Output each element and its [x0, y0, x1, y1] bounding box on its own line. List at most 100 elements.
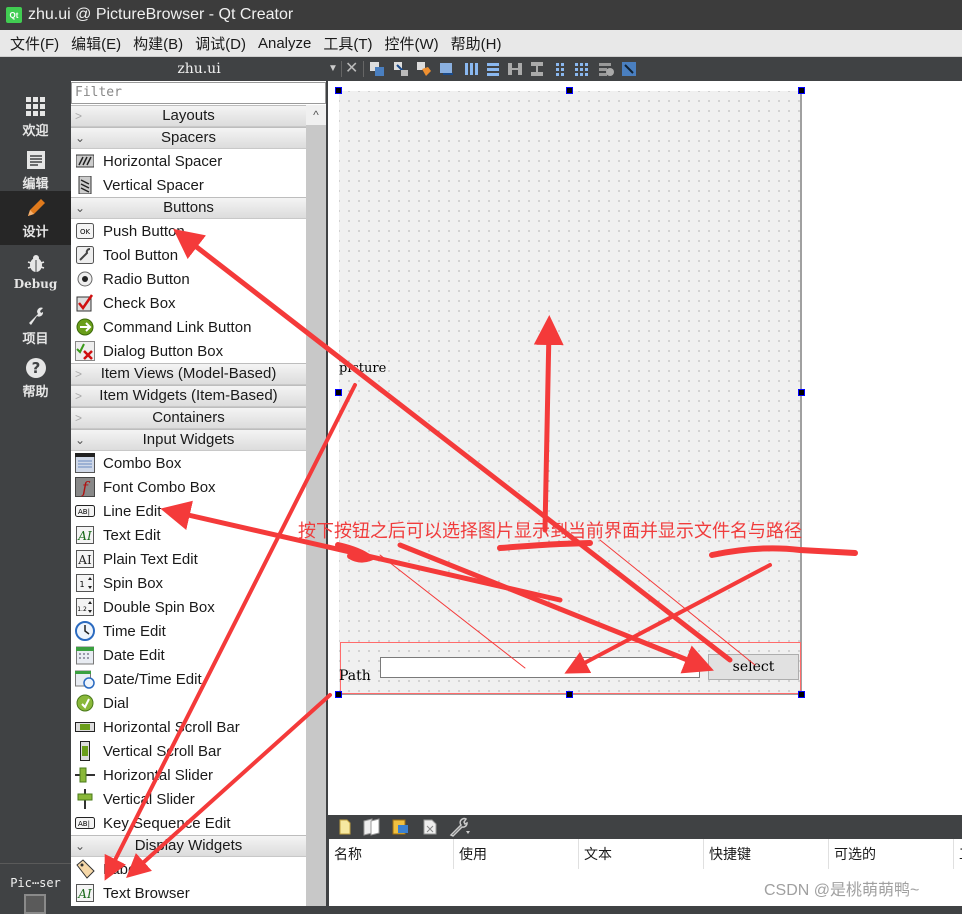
- widget-item-horizontal-slider[interactable]: Horizontal Slider: [71, 763, 306, 787]
- category-containers[interactable]: > Containers: [71, 407, 306, 429]
- widget-item-dialog-button-box[interactable]: Dialog Button Box: [71, 339, 306, 363]
- category-display-widgets[interactable]: ⌄ Display Widgets: [71, 835, 306, 857]
- menu-help[interactable]: 帮助(H): [445, 33, 508, 54]
- widget-item-spin-box[interactable]: 1 Spin Box: [71, 571, 306, 595]
- widget-item-vertical-spacer[interactable]: Vertical Spacer: [71, 173, 306, 197]
- layout-vertical-splitter-icon[interactable]: [529, 61, 545, 77]
- break-layout-icon[interactable]: [598, 61, 614, 77]
- category-spacers[interactable]: ⌄ Spacers: [71, 127, 306, 149]
- widget-item-plain-text-edit[interactable]: AI Plain Text Edit: [71, 547, 306, 571]
- mode-edit[interactable]: 编辑: [0, 143, 71, 197]
- widget-box-scrollbar[interactable]: ^: [306, 105, 326, 906]
- paste-action-icon[interactable]: [392, 818, 410, 836]
- svg-text:AI: AI: [77, 887, 92, 901]
- widget-item-check-box[interactable]: Check Box: [71, 291, 306, 315]
- vertical-slider-icon: [75, 789, 95, 809]
- column-header-text[interactable]: 文本: [579, 839, 704, 869]
- filter-input[interactable]: Filter: [71, 82, 326, 104]
- spin-box-icon: 1: [75, 573, 95, 593]
- mode-debug[interactable]: Debug: [0, 245, 71, 299]
- menu-analyze[interactable]: Analyze: [252, 35, 317, 52]
- open-document-name[interactable]: zhu.ui: [71, 57, 327, 81]
- resize-handle[interactable]: [335, 87, 342, 94]
- widget-item-key-sequence-edit[interactable]: AB| Key Sequence Edit: [71, 811, 306, 835]
- widget-item-radio-button[interactable]: Radio Button: [71, 267, 306, 291]
- resize-handle[interactable]: [335, 389, 342, 396]
- layout-horizontal-icon[interactable]: [463, 61, 479, 77]
- widget-item-font-combo-box[interactable]: f Font Combo Box: [71, 475, 306, 499]
- menu-build[interactable]: 构建(B): [127, 33, 189, 54]
- check-box-icon: [75, 293, 95, 313]
- form-window[interactable]: picture Path select: [339, 91, 802, 695]
- column-header-checkable[interactable]: 可选的: [829, 839, 954, 869]
- category-item-views[interactable]: > Item Views (Model-Based): [71, 363, 306, 385]
- bug-icon: [25, 253, 47, 275]
- widget-item-text-edit[interactable]: AI Text Edit: [71, 523, 306, 547]
- mode-help[interactable]: ? 帮助: [0, 351, 71, 405]
- new-action-icon[interactable]: [339, 819, 351, 835]
- edit-widgets-icon[interactable]: [369, 61, 385, 77]
- edit-signals-slots-icon[interactable]: [393, 61, 409, 77]
- resize-handle[interactable]: [566, 87, 573, 94]
- path-label[interactable]: Path: [339, 668, 371, 684]
- widget-item-text-browser[interactable]: AI Text Browser: [71, 881, 306, 905]
- widget-item-horizontal-spacer[interactable]: Horizontal Spacer: [71, 149, 306, 173]
- resize-handle[interactable]: [798, 87, 805, 94]
- layout-form-icon[interactable]: [552, 61, 568, 77]
- widget-item-label[interactable]: Label: [71, 857, 306, 881]
- adjust-size-icon[interactable]: [621, 61, 637, 77]
- column-header-shortcut[interactable]: 快捷键: [704, 839, 829, 869]
- picture-label[interactable]: picture: [339, 361, 386, 376]
- mode-design[interactable]: 设计: [0, 191, 71, 245]
- horizontal-scroll-bar-icon: [75, 717, 95, 737]
- delete-action-icon[interactable]: [423, 819, 437, 835]
- menu-edit[interactable]: 编辑(E): [65, 33, 127, 54]
- path-line-edit[interactable]: [380, 657, 700, 678]
- scroll-up-icon[interactable]: ^: [306, 105, 326, 125]
- target-selector-icon[interactable]: [24, 894, 46, 914]
- widget-item-vertical-scroll-bar[interactable]: Vertical Scroll Bar: [71, 739, 306, 763]
- menu-widgets[interactable]: 控件(W): [379, 33, 445, 54]
- widget-item-push-button[interactable]: OK Push Button: [71, 219, 306, 243]
- select-button[interactable]: select: [708, 654, 799, 680]
- widget-item-datetime-edit[interactable]: Date/Time Edit: [71, 667, 306, 691]
- category-label: Buttons: [163, 199, 214, 216]
- column-header-used[interactable]: 使用: [454, 839, 579, 869]
- menu-tools[interactable]: 工具(T): [317, 33, 378, 54]
- project-selector[interactable]: Pic⋯ser: [0, 863, 71, 890]
- widget-item-line-edit[interactable]: AB| Line Edit: [71, 499, 306, 523]
- mode-welcome[interactable]: 欢迎: [0, 90, 71, 144]
- resize-handle[interactable]: [798, 389, 805, 396]
- resize-handle[interactable]: [798, 691, 805, 698]
- category-layouts[interactable]: > Layouts: [71, 105, 306, 127]
- category-input-widgets[interactable]: ⌄ Input Widgets: [71, 429, 306, 451]
- menu-debug[interactable]: 调试(D): [189, 33, 252, 54]
- widget-item-command-link-button[interactable]: Command Link Button: [71, 315, 306, 339]
- configure-icon[interactable]: [449, 817, 471, 837]
- copy-action-icon[interactable]: [363, 818, 383, 836]
- layout-horizontal-splitter-icon[interactable]: [507, 61, 523, 77]
- widget-item-dial[interactable]: Dial: [71, 691, 306, 715]
- layout-vertical-icon[interactable]: [485, 61, 501, 77]
- action-editor-toolbar: [329, 815, 962, 839]
- widget-item-horizontal-scroll-bar[interactable]: Horizontal Scroll Bar: [71, 715, 306, 739]
- widget-item-combo-box[interactable]: Combo Box: [71, 451, 306, 475]
- close-document-icon[interactable]: ✕: [345, 57, 358, 81]
- mode-projects[interactable]: 项目: [0, 298, 71, 352]
- widget-item-time-edit[interactable]: Time Edit: [71, 619, 306, 643]
- edit-tab-order-icon[interactable]: [439, 61, 455, 77]
- column-header-name[interactable]: 名称: [329, 839, 454, 869]
- category-buttons[interactable]: ⌄ Buttons: [71, 197, 306, 219]
- widget-item-tool-button[interactable]: Tool Button: [71, 243, 306, 267]
- widget-item-double-spin-box[interactable]: 1.2 Double Spin Box: [71, 595, 306, 619]
- chevron-down-icon[interactable]: ▼: [328, 63, 338, 74]
- layout-grid-icon[interactable]: [574, 61, 590, 77]
- category-item-widgets[interactable]: > Item Widgets (Item-Based): [71, 385, 306, 407]
- edit-buddies-icon[interactable]: [416, 61, 432, 77]
- resize-handle[interactable]: [335, 691, 342, 698]
- widget-item-date-edit[interactable]: Date Edit: [71, 643, 306, 667]
- widget-item-vertical-slider[interactable]: Vertical Slider: [71, 787, 306, 811]
- menu-file[interactable]: 文件(F): [4, 33, 65, 54]
- resize-handle[interactable]: [566, 691, 573, 698]
- column-header-tooltip[interactable]: 工: [954, 839, 962, 869]
